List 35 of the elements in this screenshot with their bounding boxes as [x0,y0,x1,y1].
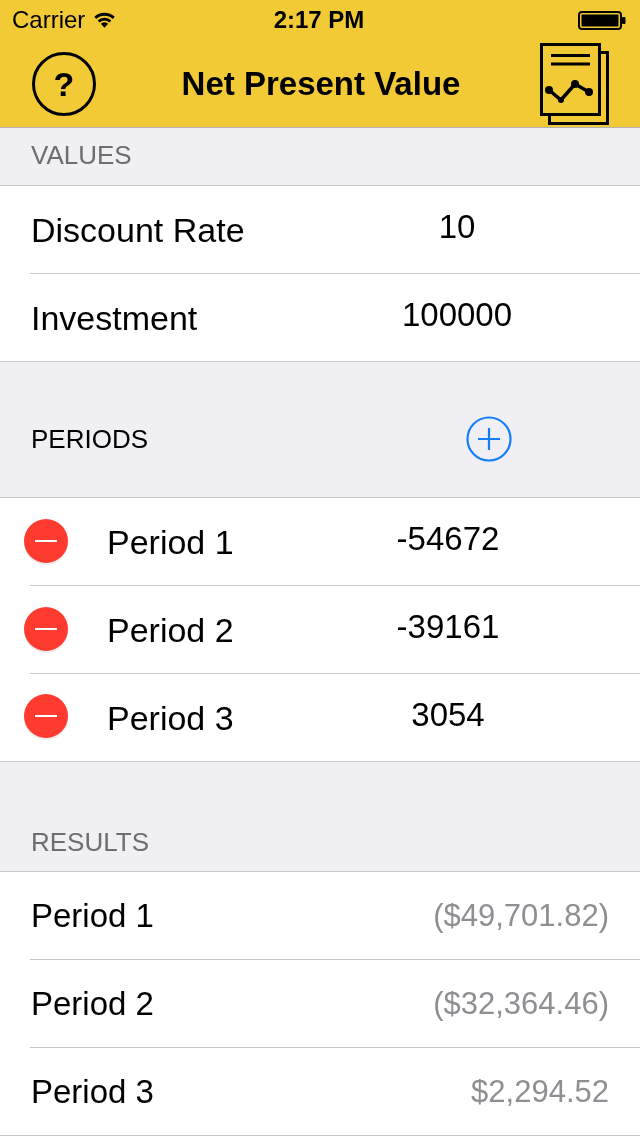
input-row[interactable]: Period 2 -39161 [0,586,640,674]
wifi-icon [93,11,117,29]
result-label: Period 3 [30,1071,154,1112]
value-field[interactable]: -39161 [280,605,616,649]
value-field[interactable]: 3054 [280,692,616,737]
field-label: Investment [30,297,198,338]
result-label: Period 2 [30,984,154,1024]
minus-circle-icon[interactable] [24,518,68,566]
value-field[interactable]: -54672 [280,517,616,561]
period-label: Period 3 [107,697,234,738]
minus-circle-icon[interactable] [24,606,68,654]
input-row[interactable]: Period 1 -54672 [0,498,640,586]
input-row[interactable]: Discount Rate 10 [0,186,640,274]
clock-time: 2:17 PM [273,6,365,34]
value-field[interactable]: 100000 [294,292,620,337]
result-value: $2,294.52 [471,1072,609,1111]
period-label: Period 2 [107,610,234,650]
value-field[interactable]: 10 [294,205,620,249]
input-row[interactable]: Period 3 3054 [0,674,640,762]
screen-title: Net Present Value [181,63,461,104]
carrier-name: Carrier [12,6,86,34]
document-chart-icon[interactable] [540,42,610,125]
result-label: Period 1 [30,896,154,936]
field-label: Discount Rate [30,210,245,250]
help-button[interactable]: ? [32,51,96,116]
section-header: VALUES [31,139,132,170]
minus-circle-icon[interactable] [24,694,68,741]
result-value: ($49,701.82) [433,897,609,935]
section-header: RESULTS [31,826,149,857]
section-header: PERIODS [31,423,149,454]
result-value: ($32,364.46) [433,985,609,1023]
input-row[interactable]: Investment 100000 [0,274,640,362]
period-label: Period 1 [107,522,234,562]
plus-circle-icon[interactable] [466,415,512,462]
battery-icon [578,10,626,30]
